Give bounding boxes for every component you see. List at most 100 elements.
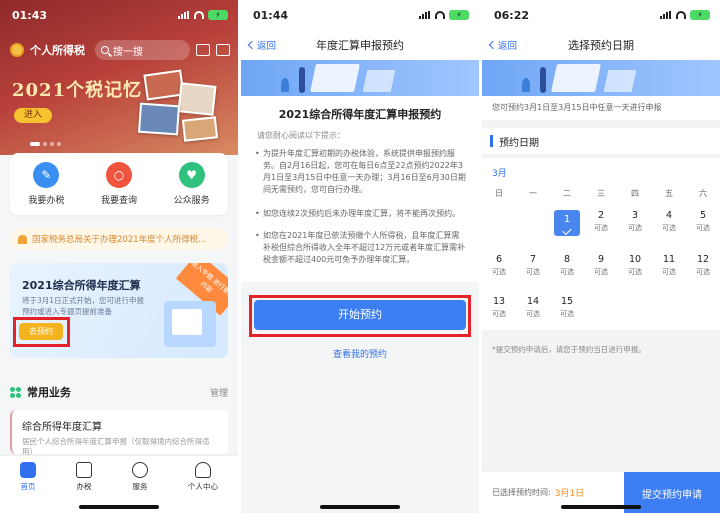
bell-icon <box>18 234 27 244</box>
weekday-label: 四 <box>631 189 639 198</box>
weekday-header: 日 一 二 三 四 五 六 <box>482 188 720 199</box>
screenshot-composite: 01:43 ⚡ 个人所得税 搜一搜 2021个税记忆 进入 ✎ 我要办税 ○ 我… <box>0 0 720 513</box>
day-status: 可选 <box>628 268 642 276</box>
tab-label: 个人中心 <box>188 482 218 491</box>
book-appointment-button[interactable]: 去预约 <box>19 323 63 340</box>
quick-action-label: 我要查询 <box>100 196 137 206</box>
tab-home[interactable]: 首页 <box>20 462 36 513</box>
day-number: 14 <box>526 296 540 307</box>
nav-bar: 返回 年度汇算申报预约 <box>241 30 479 60</box>
day-status: 可选 <box>560 268 574 276</box>
calendar-week: 1 2 可选 3 可选 4 可选 5 可选 <box>482 210 720 236</box>
nav-title: 选择预约日期 <box>568 39 634 52</box>
calendar-day[interactable]: 12 可选 <box>686 254 720 278</box>
back-button[interactable]: 返回 <box>488 38 518 52</box>
home-indicator <box>561 505 641 509</box>
calendar-day[interactable]: 9 可选 <box>584 254 618 278</box>
calendar-day[interactable]: 7 可选 <box>516 254 550 278</box>
day-status: 可选 <box>696 224 710 232</box>
chevron-left-icon <box>488 40 498 50</box>
back-label: 返回 <box>498 41 518 52</box>
calendar-day[interactable]: 3 可选 <box>618 210 652 236</box>
status-time: 06:22 <box>494 8 530 22</box>
weekday-label: 一 <box>529 189 537 198</box>
day-status: 可选 <box>526 268 540 276</box>
tab-profile[interactable]: 个人中心 <box>188 462 218 513</box>
manage-link[interactable]: 管理 <box>210 386 228 399</box>
person-icon <box>195 462 211 478</box>
promo-title: 2021综合所得年度汇算 <box>22 279 141 292</box>
weekday-label: 二 <box>563 189 571 198</box>
status-time: 01:44 <box>253 8 289 22</box>
day-number: 4 <box>665 210 673 221</box>
battery-icon: ⚡ <box>690 10 710 20</box>
calendar-week: 6 可选 7 可选 8 可选 9 可选 10 可选 11 可选 12 可选 <box>482 254 720 278</box>
calendar-day-selected[interactable]: 1 <box>550 210 584 236</box>
header-illustration <box>241 60 479 96</box>
calendar-day[interactable]: 4 可选 <box>652 210 686 236</box>
home-indicator <box>79 505 159 509</box>
weekday-label: 日 <box>495 189 503 198</box>
view-my-appointment-link[interactable]: 查看我的预约 <box>241 347 479 360</box>
calendar-day[interactable]: 5 可选 <box>686 210 720 236</box>
wifi-icon <box>435 11 445 19</box>
calendar-day[interactable]: 15 可选 <box>550 296 584 320</box>
day-status: 可选 <box>594 224 608 232</box>
chevron-left-icon <box>247 40 257 50</box>
calendar-day[interactable]: 10 可选 <box>618 254 652 278</box>
heart-icon <box>132 462 148 478</box>
calendar-day[interactable]: 8 可选 <box>550 254 584 278</box>
message-icon[interactable] <box>216 44 230 56</box>
search-input[interactable]: 搜一搜 <box>95 40 190 60</box>
back-button[interactable]: 返回 <box>247 38 277 52</box>
common-services-header: 常用业务 管理 <box>10 378 228 406</box>
nav-bar: 返回 选择预约日期 <box>482 30 720 60</box>
battery-icon: ⚡ <box>449 10 469 20</box>
day-status: 可选 <box>492 310 506 318</box>
check-icon <box>562 225 572 235</box>
day-number: 5 <box>699 210 707 221</box>
tab-label: 服务 <box>132 482 148 491</box>
calendar-day[interactable]: 13 可选 <box>482 296 516 320</box>
weekday-label: 五 <box>665 189 673 198</box>
day-number: 7 <box>529 254 537 265</box>
notice-paragraph: 为提升年度汇算初期的办税体验，系统提供申报预约服务。自2月16日起，您可在每日6… <box>255 148 467 196</box>
section-title: 常用业务 <box>27 386 71 399</box>
day-number: 10 <box>628 254 642 265</box>
calendar-day[interactable]: 2 可选 <box>584 210 618 236</box>
back-label: 返回 <box>257 41 277 52</box>
selected-date-label: 已选择预约时间: <box>492 488 551 497</box>
section-title: 预约日期 <box>499 137 539 149</box>
banner-enter-button[interactable]: 进入 <box>14 108 52 123</box>
start-appointment-button[interactable]: 开始预约 <box>254 300 466 330</box>
quick-action-query[interactable]: ○ 我要查询 <box>101 162 137 206</box>
day-status: 可选 <box>560 310 574 318</box>
scan-icon[interactable] <box>196 44 210 56</box>
status-bar: 01:43 ⚡ <box>0 0 238 30</box>
day-status: 可选 <box>662 224 676 232</box>
status-bar: 06:22 ⚡ <box>482 0 720 30</box>
calendar-week: 13 可选 14 可选 15 可选 <box>482 296 720 320</box>
day-number: 15 <box>560 296 574 307</box>
selected-date-value: 3月1日 <box>554 489 585 499</box>
quick-action-label: 公众服务 <box>173 196 210 206</box>
calendar-day[interactable]: 11 可选 <box>652 254 686 278</box>
day-status: 可选 <box>594 268 608 276</box>
weekday-label: 六 <box>699 189 707 198</box>
search-placeholder: 搜一搜 <box>113 46 143 58</box>
notice-bar[interactable]: 国家税务总局关于办理2021年度个人所得税... <box>10 228 228 250</box>
quick-action-tax[interactable]: ✎ 我要办税 <box>28 162 64 206</box>
quick-action-public[interactable]: ♥ 公众服务 <box>174 162 210 206</box>
page-heading: 2021综合所得年度汇算申报预约 <box>278 108 442 121</box>
promo-illustration <box>164 301 216 347</box>
weekday-label: 三 <box>597 189 605 198</box>
tab-label: 首页 <box>20 482 36 491</box>
appointment-intro-screen: 01:44 ⚡ 返回 年度汇算申报预约 2021综合所得年度汇算申报预约 请您耐… <box>241 0 479 513</box>
section-header: 预约日期 <box>482 128 720 154</box>
battery-icon: ⚡ <box>208 10 228 20</box>
calendar-day[interactable]: 14 可选 <box>516 296 550 320</box>
wifi-icon <box>676 11 686 19</box>
service-desc: 居民个人综合所得年度汇算申报（仅取得境内综合所得适用） <box>22 437 210 456</box>
calendar-day[interactable]: 6 可选 <box>482 254 516 278</box>
service-list-item[interactable]: 综合所得年度汇算 居民个人综合所得年度汇算申报（仅取得境内综合所得适用） <box>10 410 228 456</box>
